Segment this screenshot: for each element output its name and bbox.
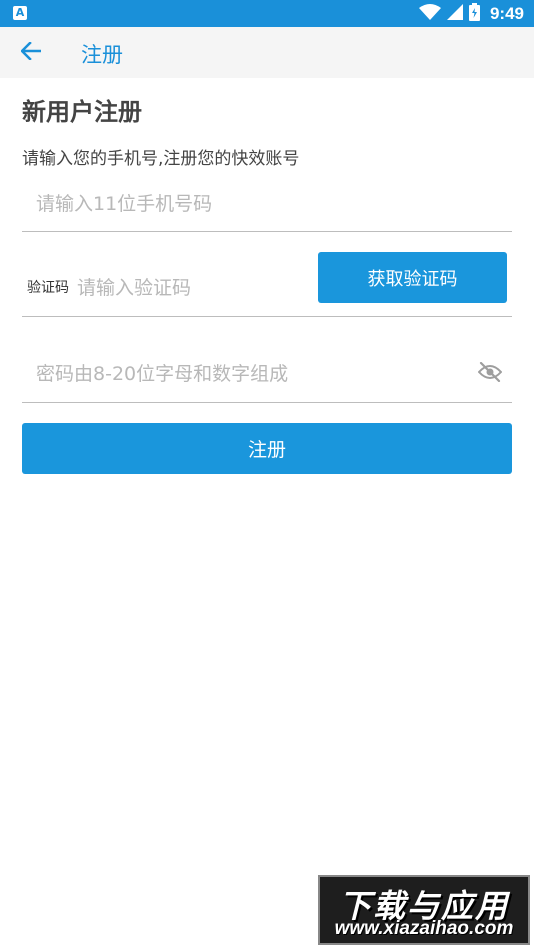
wifi-icon [418, 3, 441, 24]
password-input[interactable] [36, 360, 456, 388]
verification-code-field: 验证码 获取验证码 [22, 250, 512, 317]
status-bar: A 9:49 [0, 0, 534, 27]
app-notification-icon: A [13, 6, 27, 20]
app-bar: 注册 [0, 27, 534, 78]
phone-input[interactable] [36, 190, 496, 218]
status-time: 9:49 [489, 3, 524, 23]
signal-icon [446, 3, 463, 24]
password-visibility-toggle[interactable] [476, 360, 504, 388]
password-field [22, 346, 512, 403]
register-button[interactable]: 注册 [22, 423, 512, 474]
back-button[interactable] [18, 40, 44, 66]
page-subtitle: 请输入您的手机号,注册您的快效账号 [22, 149, 300, 169]
eye-off-icon [477, 361, 503, 386]
phone-field [22, 178, 512, 232]
app-bar-title: 注册 [81, 43, 123, 67]
get-code-button[interactable]: 获取验证码 [318, 252, 507, 303]
status-indicators: 9:49 [418, 0, 524, 27]
watermark-url: www.xiazaihao.com [334, 918, 514, 939]
watermark-logo: 下载与应用 www.xiazaihao.com [318, 875, 530, 945]
verification-code-label: 验证码 [27, 280, 69, 296]
battery-icon [468, 2, 480, 25]
page-heading: 新用户注册 [22, 98, 142, 126]
arrow-left-icon [20, 41, 42, 64]
verification-code-input[interactable] [77, 274, 307, 302]
